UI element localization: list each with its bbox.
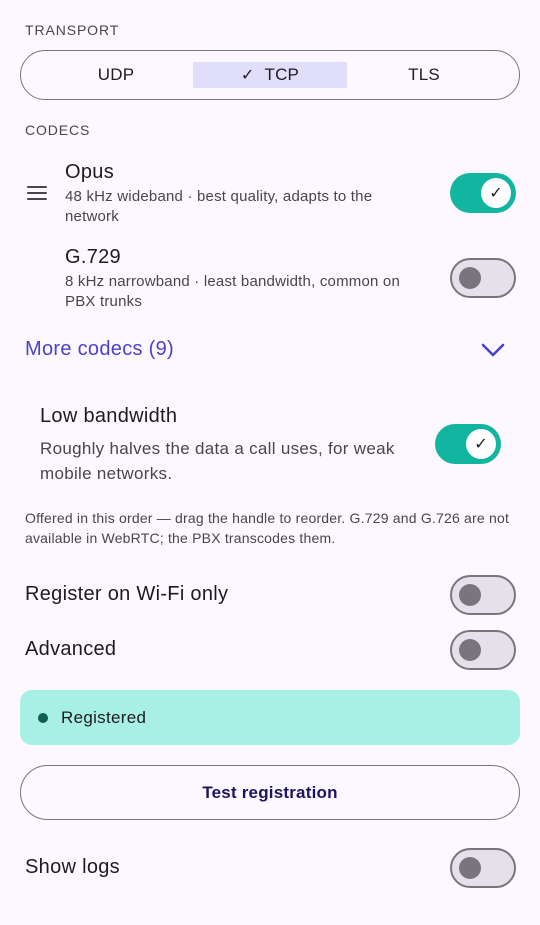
registration-status-text: Registered: [61, 707, 147, 727]
more-codecs-link[interactable]: More codecs (9): [25, 338, 174, 361]
registration-status-banner: Registered: [20, 690, 520, 745]
codec-g729-description: 8 kHz narrowband · least bandwidth, comm…: [65, 273, 401, 310]
switch-knob: [459, 857, 481, 879]
transport-option-udp[interactable]: UDP: [39, 62, 193, 88]
advanced-toggle[interactable]: [450, 630, 516, 670]
transport-option-tls-label: TLS: [408, 65, 440, 84]
check-icon: ✓: [466, 429, 496, 459]
transport-option-tls[interactable]: TLS: [347, 62, 501, 88]
show-logs-label: Show logs: [25, 856, 120, 878]
wifi-only-toggle[interactable]: [450, 575, 516, 615]
transport-option-tcp-label: TCP: [264, 65, 300, 84]
low-bandwidth-description: Roughly halves the data a call uses, for…: [40, 439, 395, 483]
codec-g729-toggle[interactable]: [450, 258, 516, 298]
advanced-label: Advanced: [25, 638, 117, 660]
codec-order-note: Offered in this order — drag the handle …: [25, 510, 510, 546]
wifi-only-label: Register on Wi-Fi only: [25, 583, 229, 605]
drag-handle-icon[interactable]: [27, 186, 47, 204]
chevron-down-icon[interactable]: [479, 336, 507, 364]
transport-option-tcp[interactable]: ✓ TCP: [193, 62, 347, 88]
switch-knob: [459, 584, 481, 606]
test-registration-button[interactable]: Test registration: [20, 765, 520, 820]
low-bandwidth-title: Low bandwidth: [40, 405, 178, 427]
switch-knob: [459, 639, 481, 661]
codec-opus-description: 48 kHz wideband · best quality, adapts t…: [65, 188, 373, 225]
codec-g729-name: G.729: [65, 246, 121, 268]
transport-segmented-control: UDP ✓ TCP TLS: [20, 50, 520, 100]
transport-option-udp-label: UDP: [97, 65, 135, 84]
codec-opus-toggle[interactable]: ✓: [450, 173, 516, 213]
check-icon: ✓: [240, 67, 255, 84]
show-logs-toggle[interactable]: [450, 848, 516, 888]
check-icon: ✓: [481, 178, 511, 208]
low-bandwidth-toggle[interactable]: ✓: [435, 424, 501, 464]
codec-opus-name: Opus: [65, 161, 115, 183]
codecs-section-label: CODECS: [25, 122, 91, 138]
status-dot-icon: [38, 712, 48, 723]
transport-section-label: TRANSPORT: [25, 22, 120, 38]
switch-knob: [459, 267, 481, 289]
